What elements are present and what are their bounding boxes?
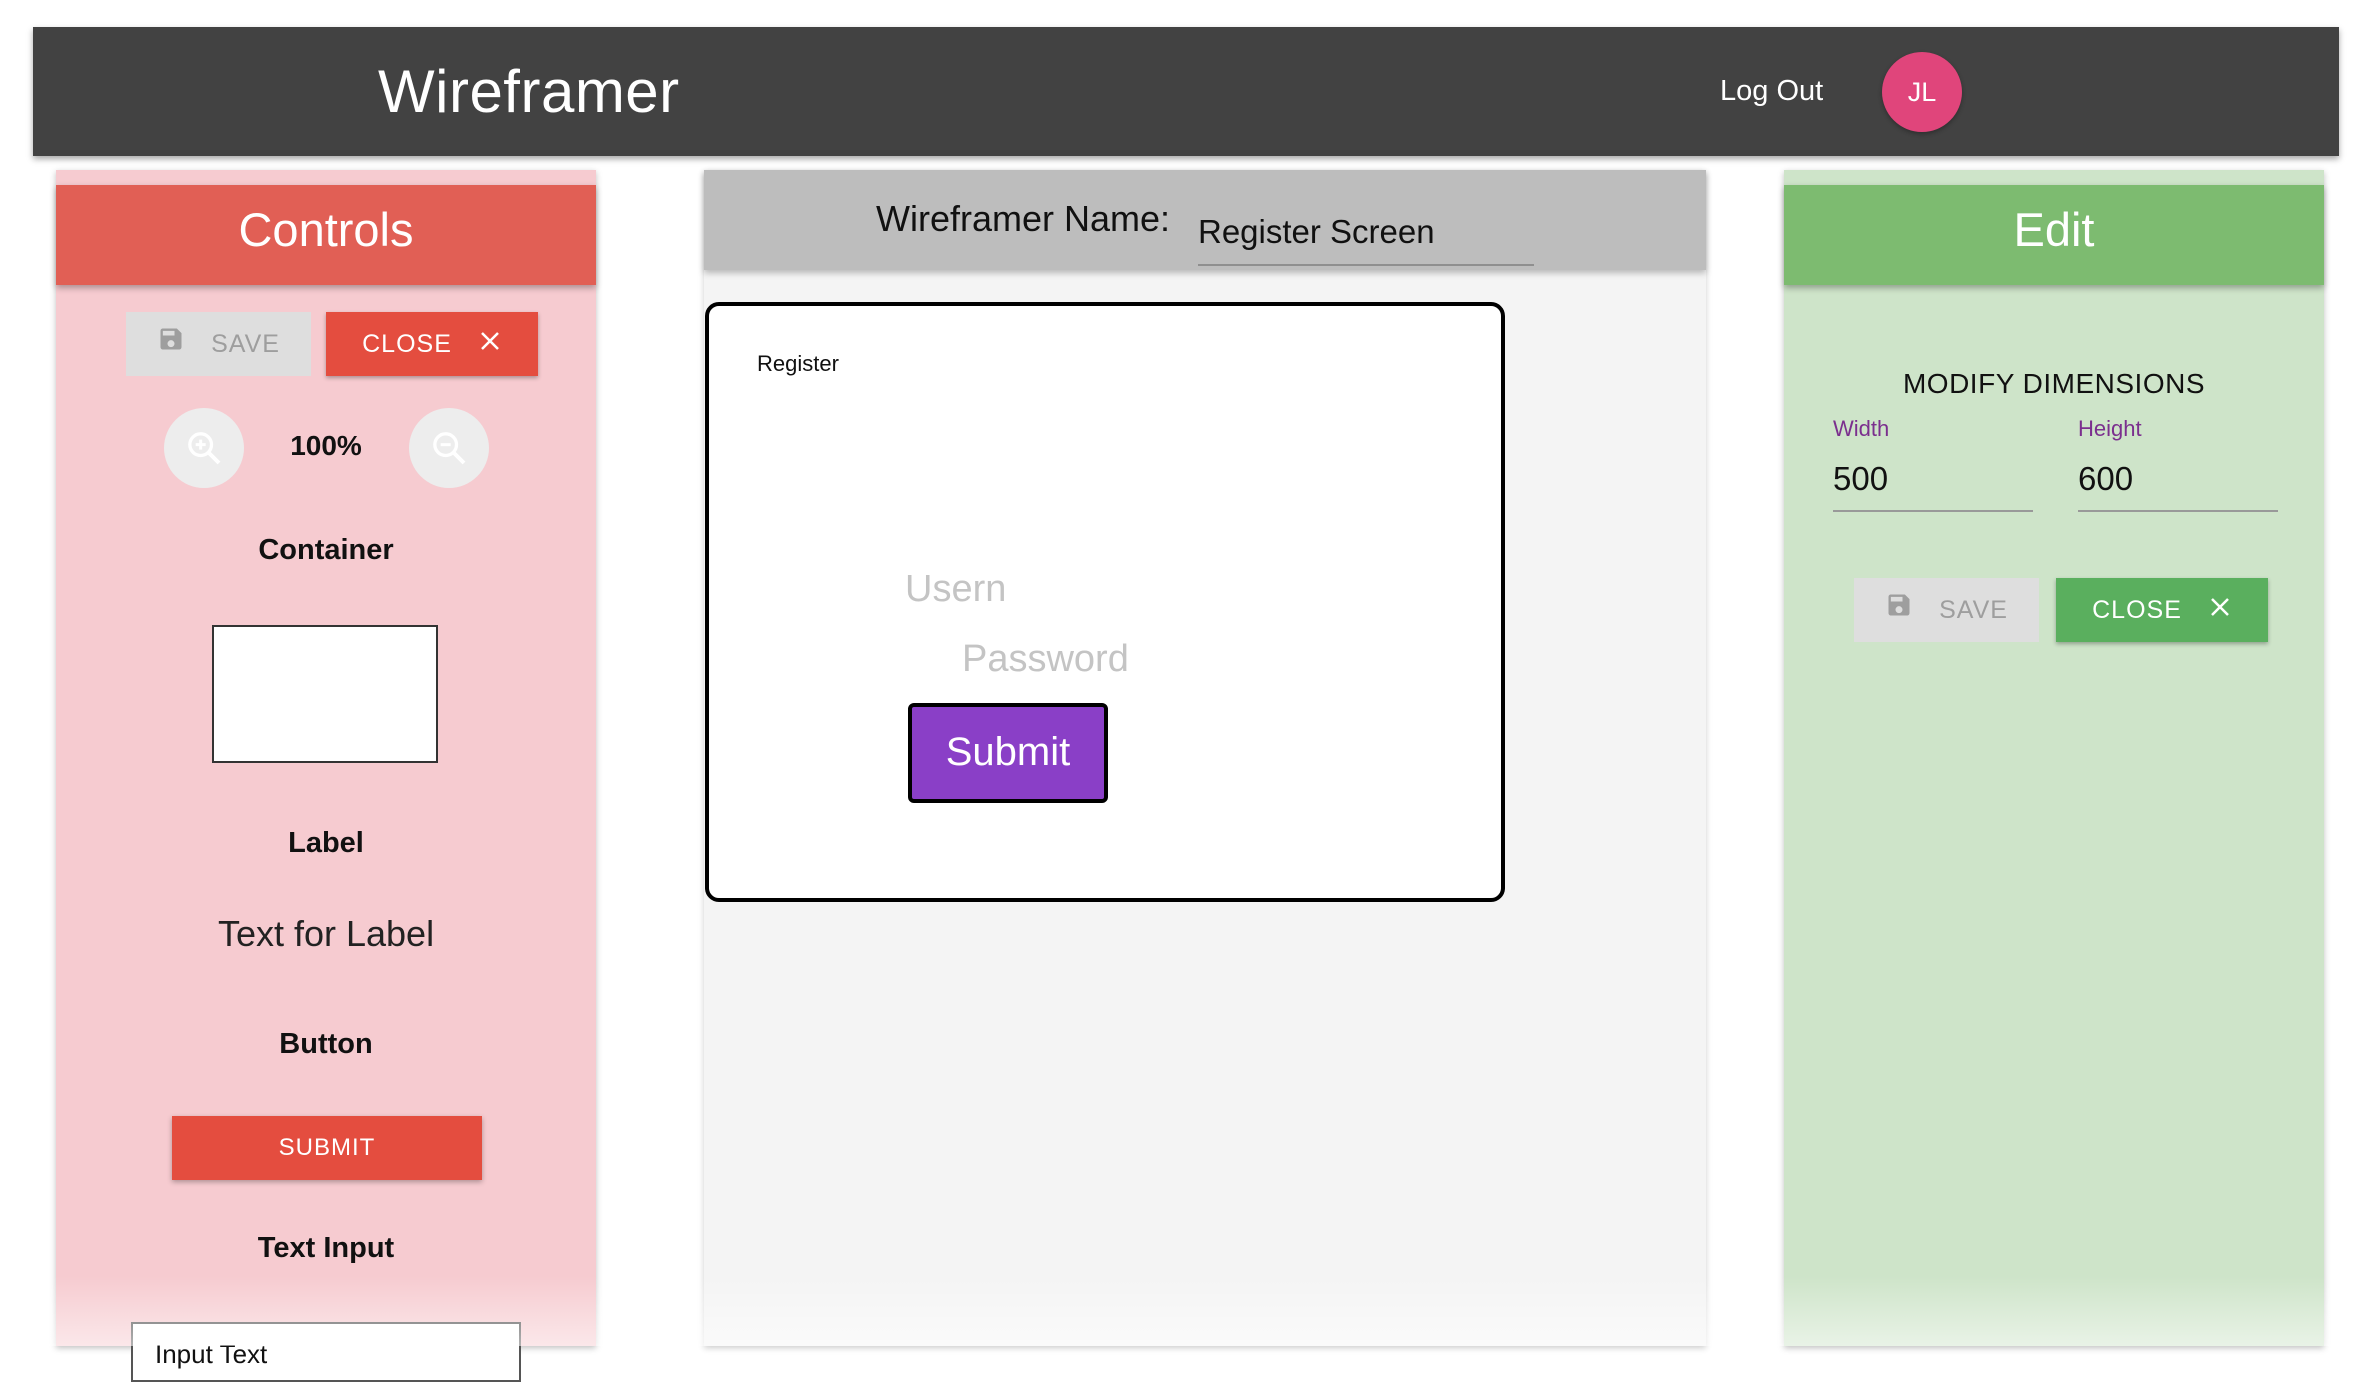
close-button[interactable]: CLOSE [326, 312, 538, 376]
label-control-title: Label [288, 827, 364, 859]
wireframe-name-label: Wireframer Name: [876, 198, 1171, 239]
width-input[interactable] [1833, 448, 2033, 512]
edit-header: Edit [1784, 185, 2324, 285]
edit-close-button[interactable]: CLOSE [2056, 578, 2268, 642]
editor-header: Wireframer Name: [704, 170, 1706, 270]
avatar[interactable]: JL [1882, 52, 1962, 132]
zoom-level: 100% [290, 430, 362, 461]
editor-area: Wireframer Name: Register Submit [704, 170, 1706, 1346]
controls-panel: Controls SAVE CLOSE 100% Container Label… [56, 170, 596, 1382]
container-control-title: Container [258, 534, 394, 566]
canvas-label[interactable]: Register [757, 351, 839, 377]
close-icon [478, 313, 502, 377]
zoom-out-icon [433, 432, 466, 465]
save-icon [157, 313, 185, 377]
wireframe-canvas[interactable]: Register Submit [705, 302, 1505, 902]
save-button-label: SAVE [211, 330, 280, 358]
controls-header: Controls [56, 185, 596, 285]
zoom-in-icon [188, 432, 221, 465]
canvas-submit-button[interactable]: Submit [908, 703, 1108, 803]
edit-save-button-label: SAVE [1939, 596, 2008, 624]
width-label: Width [1833, 416, 1890, 441]
close-icon [2208, 579, 2232, 643]
save-button[interactable]: SAVE [126, 312, 311, 376]
text-input-control-sample[interactable] [131, 1322, 521, 1382]
container-control-sample[interactable] [212, 625, 438, 763]
canvas-password-input[interactable] [962, 634, 1182, 684]
edit-panel: Edit MODIFY DIMENSIONS Width Height SAVE… [1784, 170, 2324, 1346]
close-button-label: CLOSE [362, 330, 452, 358]
text-input-control-title: Text Input [257, 1232, 395, 1264]
modify-dimensions-title: MODIFY DIMENSIONS [1902, 368, 2205, 399]
height-label: Height [2078, 416, 2142, 441]
button-control-sample[interactable]: SUBMIT [172, 1116, 482, 1180]
label-control-sample[interactable]: Text for Label [56, 913, 596, 955]
edit-save-button[interactable]: SAVE [1854, 578, 2039, 642]
brand-logo[interactable]: Wireframer [378, 27, 680, 156]
zoom-in-button[interactable] [164, 408, 244, 488]
logout-link[interactable]: Log Out [1720, 27, 1823, 156]
canvas-username-input[interactable] [905, 564, 1025, 614]
save-icon [1885, 579, 1913, 643]
edit-close-button-label: CLOSE [2092, 596, 2182, 624]
zoom-out-button[interactable] [409, 408, 489, 488]
height-input[interactable] [2078, 448, 2278, 512]
button-control-title: Button [279, 1028, 373, 1060]
wireframe-name-input[interactable] [1198, 170, 1534, 266]
